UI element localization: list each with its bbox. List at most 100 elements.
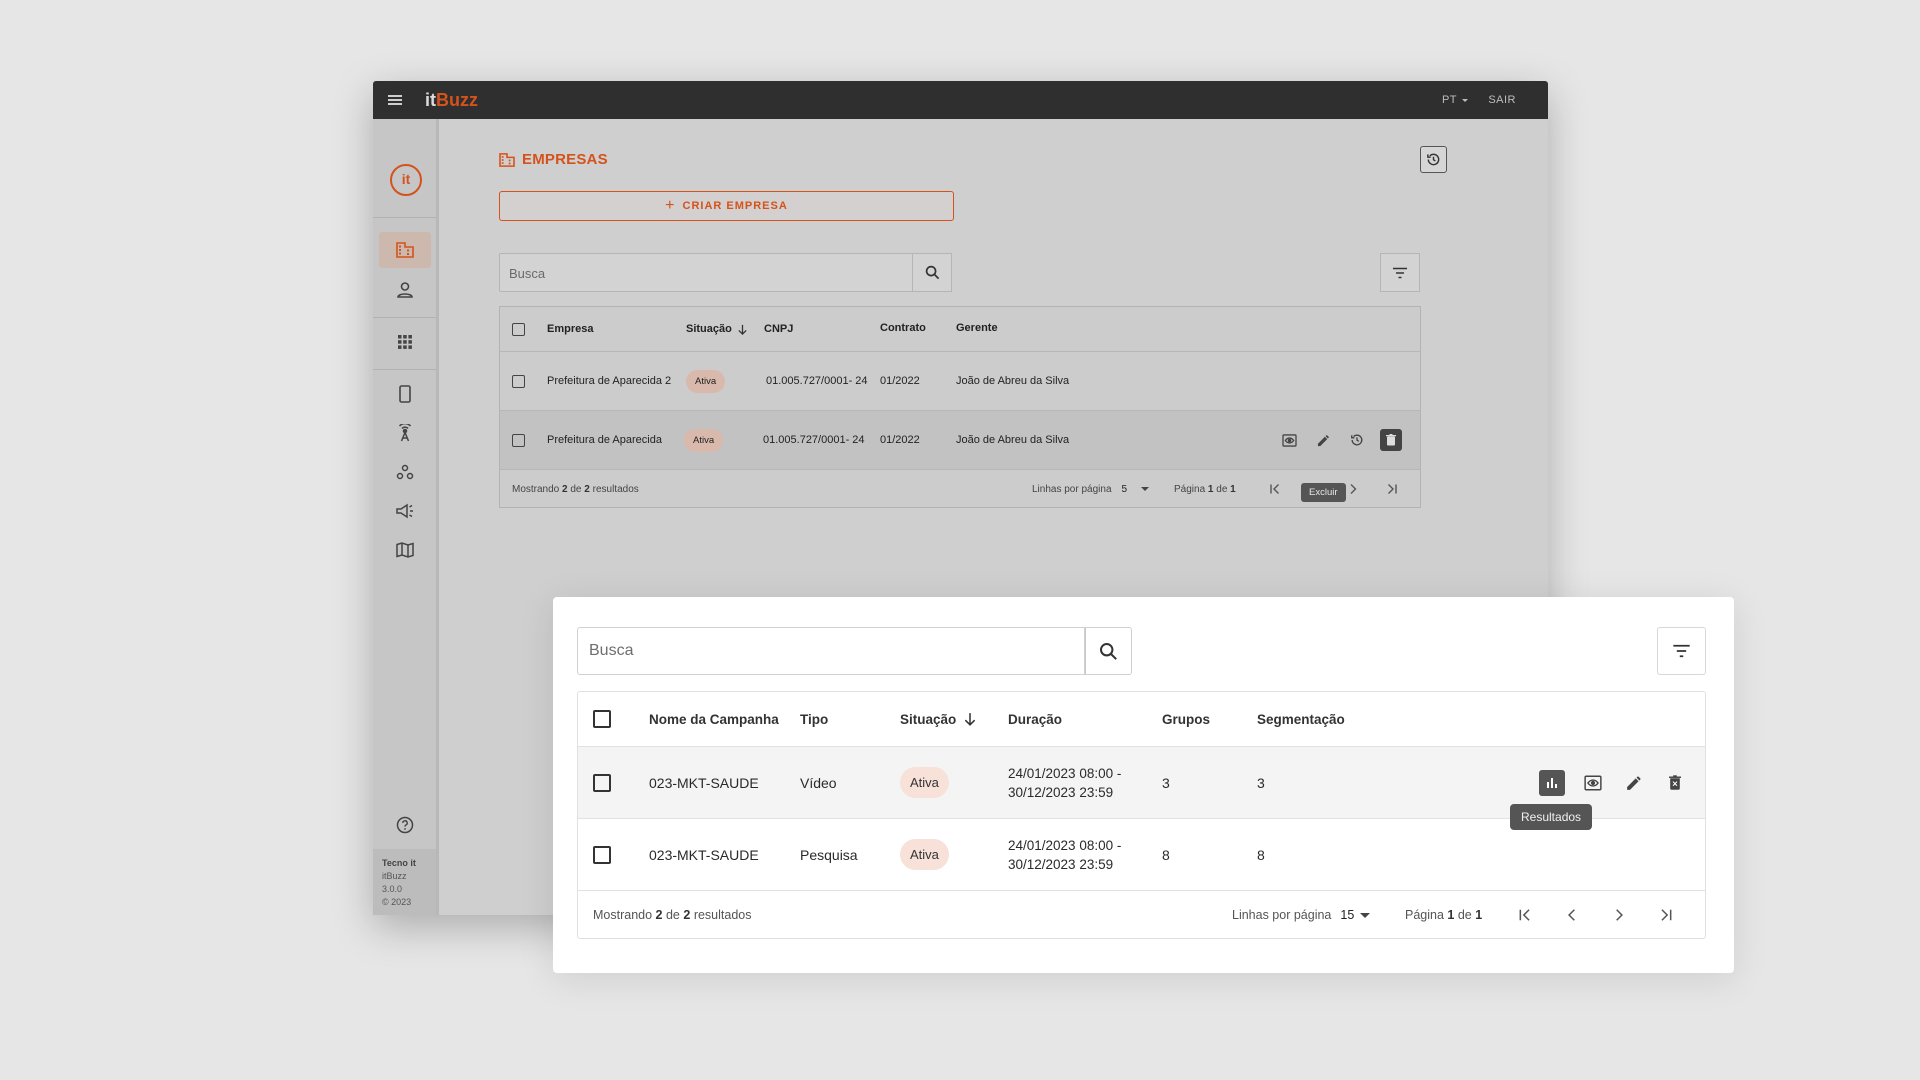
tooltip: Resultados bbox=[1510, 804, 1593, 830]
antenna-icon[interactable] bbox=[379, 415, 431, 451]
person-icon[interactable] bbox=[379, 272, 431, 308]
last-page-icon[interactable] bbox=[1382, 479, 1402, 499]
last-page-icon[interactable] bbox=[1654, 903, 1678, 927]
edit-icon[interactable] bbox=[1312, 429, 1334, 451]
building-icon bbox=[499, 152, 515, 167]
sidebar: it Tecno it itBuzz 3.0.0 © 2023 bbox=[373, 119, 439, 915]
cell-contrato: 01/2022 bbox=[880, 434, 920, 446]
column-situacao[interactable]: Situação bbox=[900, 692, 977, 746]
table-footer: Mostrando 2 de 2 resultados Linhas por p… bbox=[578, 891, 1705, 940]
arrow-down-icon bbox=[965, 713, 976, 726]
prev-page-icon[interactable] bbox=[1560, 903, 1584, 927]
caret-down-icon bbox=[1141, 487, 1150, 492]
megaphone-icon[interactable] bbox=[379, 493, 431, 529]
apps-grid-icon[interactable] bbox=[379, 324, 431, 360]
companies-table: Empresa Situação CNPJ Contrato Gerente P… bbox=[499, 306, 1421, 508]
filter-button[interactable] bbox=[1657, 627, 1706, 675]
building-icon[interactable] bbox=[379, 232, 431, 268]
copyright: © 2023 bbox=[382, 897, 412, 907]
next-page-icon[interactable] bbox=[1607, 903, 1631, 927]
rows-per-page-select[interactable]: Linhas por página 5 bbox=[1032, 484, 1150, 495]
brand-logo: itBuzz bbox=[425, 90, 478, 110]
row-checkbox[interactable] bbox=[593, 845, 611, 864]
help-icon[interactable] bbox=[379, 807, 431, 843]
pagination bbox=[1513, 903, 1678, 927]
column-tipo[interactable]: Tipo bbox=[800, 692, 828, 746]
row-checkbox[interactable] bbox=[593, 773, 611, 792]
row-checkbox[interactable] bbox=[512, 433, 525, 447]
delete-icon[interactable] bbox=[1380, 429, 1402, 451]
filter-icon bbox=[1673, 644, 1690, 658]
logout-button[interactable]: SAIR bbox=[1488, 94, 1516, 106]
search-icon bbox=[925, 265, 939, 280]
campaigns-card: Busca Nome da Campanha Tipo Situação Dur… bbox=[553, 597, 1734, 973]
cell-segmentacao: 3 bbox=[1257, 774, 1265, 791]
first-page-icon[interactable] bbox=[1513, 903, 1537, 927]
select-all-checkbox[interactable] bbox=[512, 322, 525, 336]
table-row[interactable]: Prefeitura de Aparecida Ativa 01.005.727… bbox=[500, 411, 1420, 470]
column-gerente[interactable]: Gerente bbox=[956, 304, 998, 351]
history-button[interactable] bbox=[1420, 146, 1447, 173]
column-situacao[interactable]: Situação bbox=[686, 307, 748, 351]
groups-icon[interactable] bbox=[379, 454, 431, 490]
cell-empresa: Prefeitura de Aparecida 2 bbox=[547, 375, 672, 387]
app-info: Tecno it itBuzz 3.0.0 © 2023 bbox=[382, 857, 416, 909]
create-company-button[interactable]: + CRIAR EMPRESA bbox=[499, 191, 954, 221]
row-checkbox[interactable] bbox=[512, 374, 525, 388]
edit-icon[interactable] bbox=[1621, 770, 1647, 796]
cell-gerente: João de Abreu da Silva bbox=[956, 434, 1070, 446]
column-segmentacao[interactable]: Segmentação bbox=[1257, 692, 1345, 746]
cell-segmentacao: 8 bbox=[1257, 846, 1265, 863]
cell-tipo: Vídeo bbox=[800, 774, 837, 791]
column-contrato[interactable]: Contrato bbox=[880, 304, 926, 351]
cell-grupos: 8 bbox=[1162, 846, 1170, 863]
results-count: Mostrando 2 de 2 resultados bbox=[512, 484, 639, 495]
page-title-text: EMPRESAS bbox=[522, 151, 608, 168]
app-version: 3.0.0 bbox=[382, 884, 403, 894]
map-icon[interactable] bbox=[379, 532, 431, 568]
menu-icon[interactable] bbox=[385, 90, 405, 110]
column-duracao[interactable]: Duração bbox=[1008, 692, 1062, 746]
search-button[interactable] bbox=[913, 253, 952, 292]
history-icon[interactable] bbox=[1346, 429, 1368, 451]
results-count: Mostrando 2 de 2 resultados bbox=[593, 908, 752, 922]
cell-empresa: Prefeitura de Aparecida bbox=[547, 434, 662, 446]
column-empresa[interactable]: Empresa bbox=[547, 307, 593, 351]
cell-nome: 023-MKT-SAUDE bbox=[649, 846, 759, 863]
company-search-input[interactable]: Busca bbox=[499, 253, 913, 292]
delete-icon[interactable] bbox=[1662, 770, 1688, 796]
rows-per-page-select[interactable]: Linhas por página 15 bbox=[1232, 908, 1371, 922]
product-name: itBuzz bbox=[382, 871, 407, 881]
top-bar: itBuzz PT SAIR bbox=[373, 81, 1548, 119]
bar-chart-icon[interactable] bbox=[1539, 769, 1565, 796]
table-row[interactable]: Prefeitura de Aparecida 2 Ativa 01.005.7… bbox=[500, 352, 1420, 411]
status-badge: Ativa bbox=[686, 369, 726, 393]
column-nome[interactable]: Nome da Campanha bbox=[649, 692, 779, 746]
plus-icon: + bbox=[665, 197, 676, 214]
column-cnpj[interactable]: CNPJ bbox=[764, 307, 793, 351]
view-icon[interactable] bbox=[1580, 770, 1606, 796]
cell-gerente: João de Abreu da Silva bbox=[956, 375, 1070, 387]
view-icon[interactable] bbox=[1278, 429, 1300, 451]
table-footer: Mostrando 2 de 2 resultados Linhas por p… bbox=[500, 470, 1420, 509]
select-all-checkbox[interactable] bbox=[593, 710, 611, 728]
cell-duracao: 24/01/2023 08:00 -30/12/2023 23:59 bbox=[1008, 837, 1122, 872]
company-logo: it bbox=[390, 164, 422, 196]
page-indicator: Página 1 de 1 bbox=[1405, 908, 1483, 922]
language-selector[interactable]: PT bbox=[1442, 94, 1468, 106]
smartphone-icon[interactable] bbox=[379, 376, 431, 412]
table-header: Empresa Situação CNPJ Contrato Gerente bbox=[500, 307, 1420, 352]
page-indicator: Página 1 de 1 bbox=[1174, 484, 1236, 495]
company-name: Tecno it bbox=[382, 858, 416, 868]
first-page-icon[interactable] bbox=[1265, 479, 1285, 499]
campaign-search-input[interactable]: Busca bbox=[577, 627, 1085, 675]
column-grupos[interactable]: Grupos bbox=[1162, 692, 1210, 746]
page-title: EMPRESAS bbox=[499, 151, 608, 168]
row-actions bbox=[1278, 411, 1402, 469]
next-page-icon[interactable] bbox=[1343, 479, 1363, 499]
tooltip: Excluir bbox=[1301, 483, 1346, 502]
search-button[interactable] bbox=[1085, 627, 1132, 675]
filter-button[interactable] bbox=[1380, 253, 1420, 292]
cell-tipo: Pesquisa bbox=[800, 846, 858, 863]
cell-cnpj: 01.005.727/0001- 24 bbox=[766, 375, 868, 387]
